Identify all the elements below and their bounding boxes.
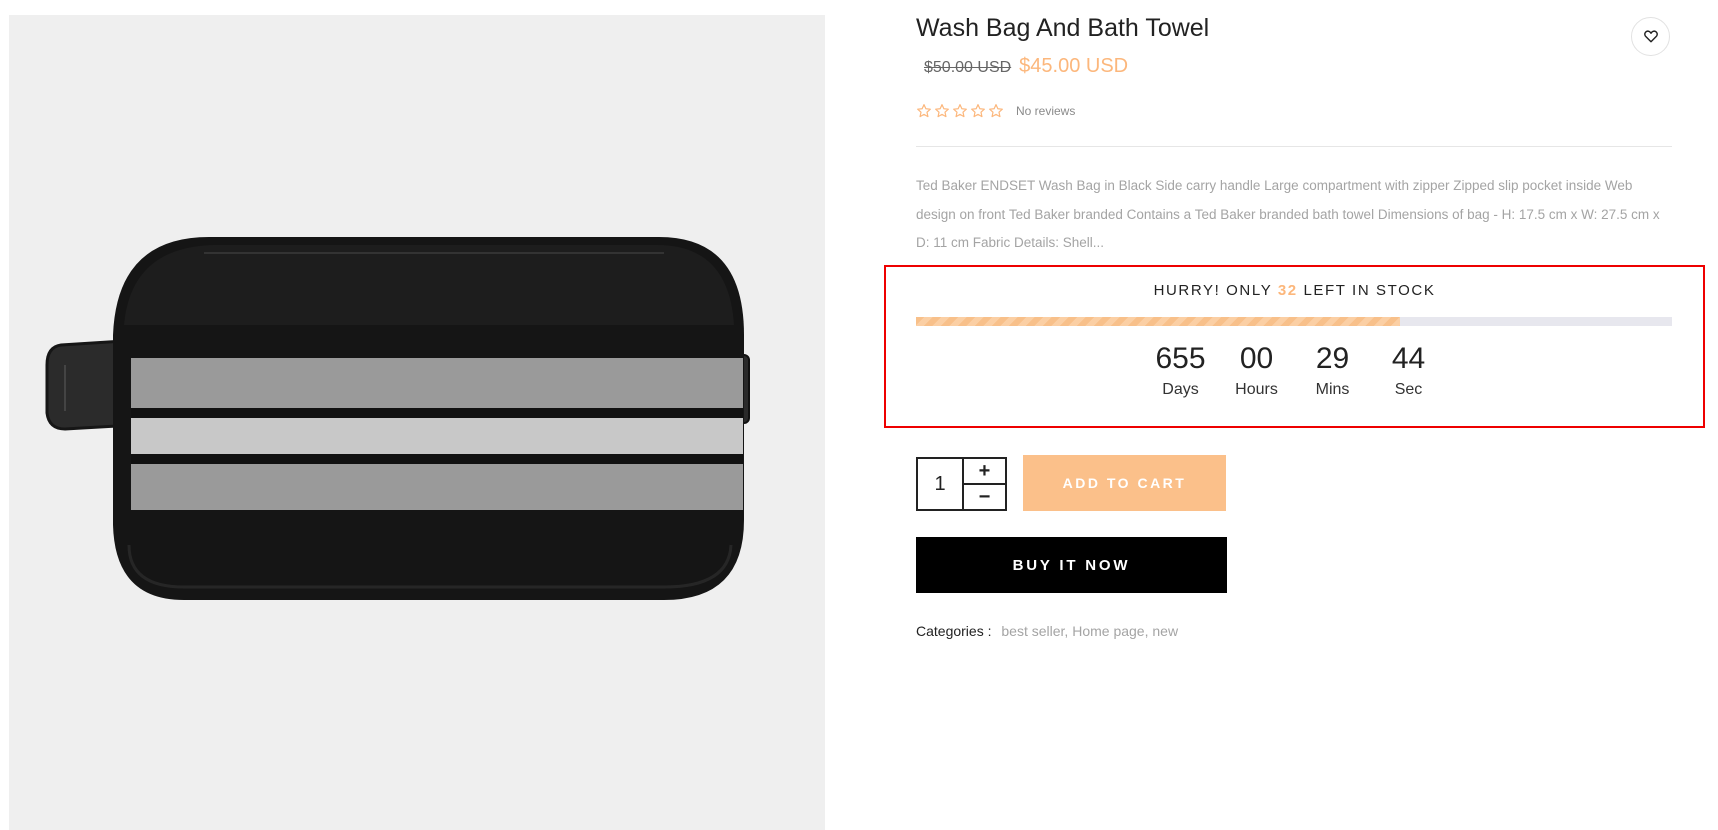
stock-count: 32	[1277, 282, 1298, 299]
countdown-label: Sec	[1394, 381, 1423, 398]
star-icon	[971, 104, 985, 118]
countdown-hours: 00 Hours	[1224, 341, 1290, 399]
stock-countdown-box: HURRY! ONLY 32 LEFT IN STOCK 655 Days 00…	[884, 265, 1705, 428]
heart-icon	[1643, 30, 1658, 43]
countdown-days: 655 Days	[1148, 341, 1214, 399]
countdown-label: Mins	[1315, 381, 1350, 398]
quantity-increase-button[interactable]: +	[964, 459, 1005, 485]
quantity-stepper: + −	[916, 457, 1007, 511]
category-link[interactable]: Home page	[1072, 623, 1144, 639]
countdown-label: Days	[1162, 381, 1199, 398]
quantity-input[interactable]	[918, 459, 964, 509]
countdown-sec: 44 Sec	[1376, 341, 1442, 399]
stock-progress-bar	[916, 317, 1672, 326]
product-image	[9, 15, 825, 830]
stock-prefix: HURRY! ONLY	[1153, 282, 1273, 299]
countdown-value: 44	[1391, 342, 1426, 375]
star-rating	[916, 103, 1004, 119]
stock-progress-fill	[916, 317, 1400, 326]
wishlist-button[interactable]	[1631, 17, 1670, 56]
product-title: Wash Bag And Bath Towel	[916, 14, 1210, 42]
price-row: $50.00 USD $45.00 USD	[924, 55, 1128, 78]
countdown-value: 655	[1155, 342, 1206, 375]
buy-now-button[interactable]: BUY IT NOW	[916, 537, 1227, 593]
star-icon	[935, 104, 949, 118]
star-icon	[953, 104, 967, 118]
category-link[interactable]: best seller	[1001, 623, 1064, 639]
stock-suffix: LEFT IN STOCK	[1303, 282, 1436, 299]
rating-row[interactable]: No reviews	[916, 103, 1075, 119]
countdown-value: 00	[1239, 342, 1274, 375]
star-icon	[917, 104, 931, 118]
star-icon	[989, 104, 1003, 118]
wash-bag-illustration	[45, 237, 750, 600]
sale-price: $45.00 USD	[1019, 55, 1129, 77]
product-description: Ted Baker ENDSET Wash Bag in Black Side …	[916, 178, 1660, 250]
categories: Categories : best seller, Home page, new	[916, 623, 1178, 639]
stock-message: HURRY! ONLY 32 LEFT IN STOCK	[886, 282, 1703, 299]
quantity-decrease-button[interactable]: −	[964, 485, 1005, 509]
add-to-cart-button[interactable]: ADD TO CART	[1023, 455, 1226, 511]
old-price: $50.00 USD	[924, 59, 1012, 76]
countdown-timer: 655 Days 00 Hours 29 Mins 44 Sec	[886, 341, 1703, 399]
categories-label: Categories :	[916, 623, 992, 639]
countdown-label: Hours	[1235, 381, 1278, 398]
countdown-value: 29	[1315, 342, 1350, 375]
quantity-buttons: + −	[964, 459, 1005, 509]
countdown-mins: 29 Mins	[1300, 341, 1366, 399]
reviews-count: No reviews	[1016, 104, 1076, 118]
category-link[interactable]: new	[1152, 623, 1178, 639]
divider	[916, 146, 1672, 147]
